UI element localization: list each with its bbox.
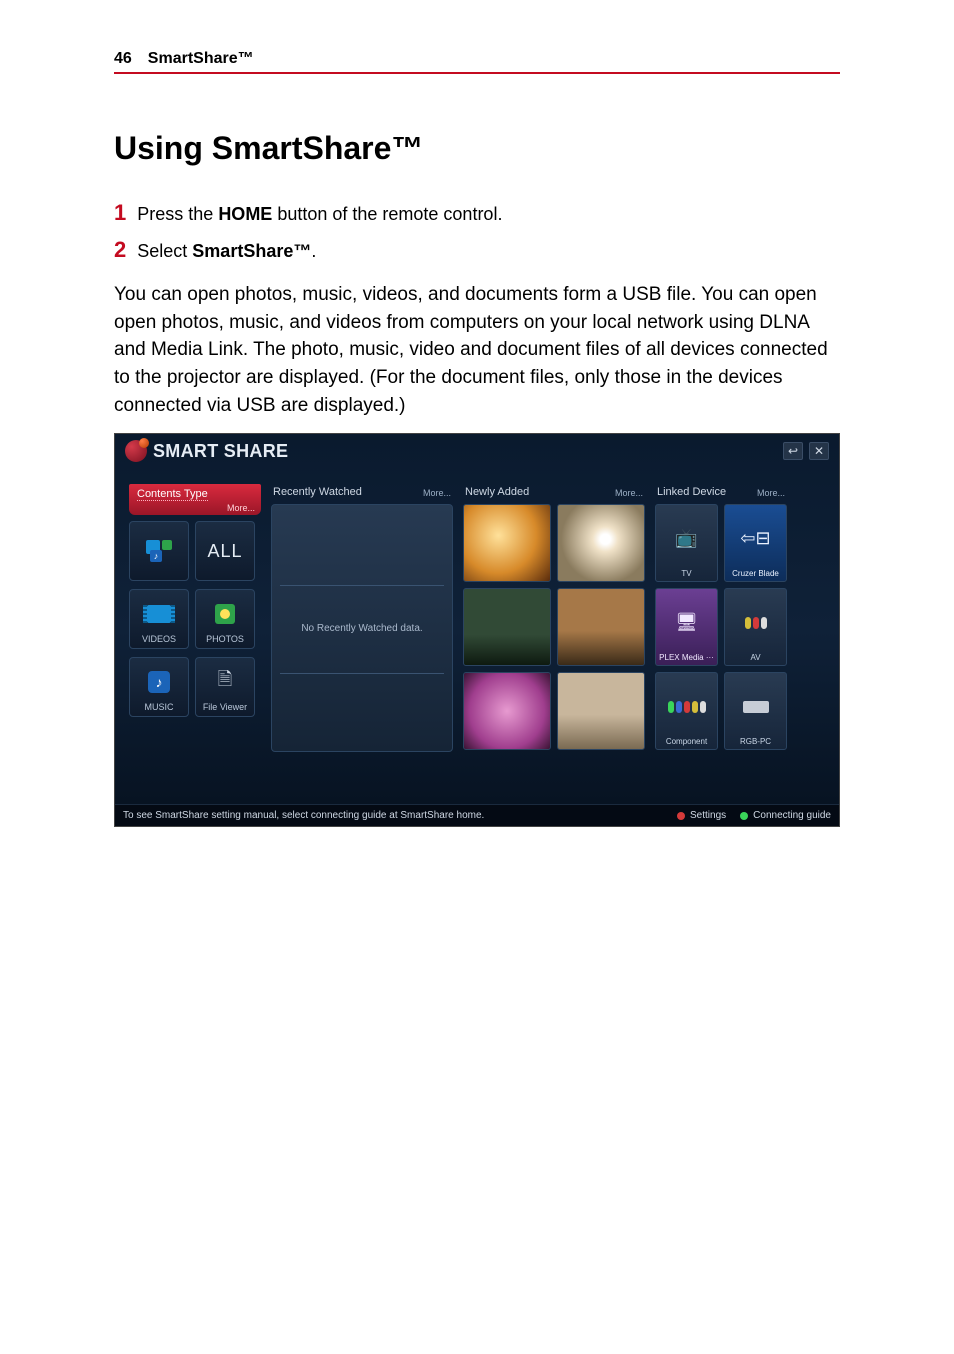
photo-icon [215,604,235,624]
settings-label: Settings [690,810,726,821]
shot-header: SMART SHARE ↩ ✕ [115,434,839,468]
tile-all-icon[interactable]: ♪ [129,521,189,581]
tile-videos-label: VIDEOS [142,634,176,644]
page-number: 46 [114,50,132,68]
close-button[interactable]: ✕ [809,442,829,460]
tile-all[interactable]: ALL [195,521,255,581]
tile-file-viewer-label: File Viewer [203,702,247,712]
newly-added-column: Newly Added More... [463,484,645,798]
device-av[interactable]: AV [724,588,787,666]
linked-device-label: Linked Device [657,486,726,498]
thumbnail[interactable] [557,588,645,666]
device-rgbpc[interactable]: RGB-PC [724,672,787,750]
contents-type-column: Contents Type More... ♪ ALL VIDEOS [129,484,261,798]
recently-watched-label: Recently Watched [273,486,362,498]
tile-videos[interactable]: VIDEOS [129,589,189,649]
page-title: Using SmartShare™ [114,130,840,167]
device-usb[interactable]: ⇦⊟ Cruzer Blade [724,504,787,582]
green-dot-icon [740,812,748,820]
contents-type-header[interactable]: Contents Type More... [129,484,261,515]
header-section-title: SmartShare™ [148,50,254,68]
device-tv-label: TV [681,569,691,578]
smartshare-screenshot: SMART SHARE ↩ ✕ Contents Type More... ♪ [114,433,840,827]
newly-added-grid [463,504,645,750]
device-plex[interactable]: 🖥 PLEX Media ··· [655,588,718,666]
shot-title-text: SMART SHARE [153,441,288,462]
step-1: 1 Press the HOME button of the remote co… [114,195,840,230]
linked-device-more[interactable]: More... [757,488,785,498]
tile-photos[interactable]: PHOTOS [195,589,255,649]
thumbnail[interactable] [557,672,645,750]
combo-icon: ♪ [146,540,172,562]
shot-window-controls: ↩ ✕ [783,442,829,460]
recently-watched-more[interactable]: More... [423,488,451,498]
linked-device-header: Linked Device More... [655,484,787,504]
body-paragraph: You can open photos, music, videos, and … [114,281,840,419]
newly-added-more[interactable]: More... [615,488,643,498]
device-av-label: AV [750,653,760,662]
smartshare-logo-icon [125,440,147,462]
recently-watched-column: Recently Watched More... No Recently Wat… [271,484,453,798]
recently-watched-panel: No Recently Watched data. [271,504,453,752]
file-icon: 🗎 [218,662,232,702]
step-1-text-before: Press the [137,204,218,224]
thumbnail[interactable] [463,504,551,582]
footer-hint: To see SmartShare setting manual, select… [123,810,484,821]
rca-icon [745,592,767,653]
newly-added-label: Newly Added [465,486,529,498]
device-usb-label: Cruzer Blade [732,569,779,578]
step-2-bold: SmartShare™ [192,241,311,261]
shot-footer: To see SmartShare setting manual, select… [115,804,839,826]
connecting-guide-label: Connecting guide [753,810,831,821]
step-2: 2 Select SmartShare™. [114,232,840,267]
component-icon [668,676,706,737]
tile-music[interactable]: ♪ MUSIC [129,657,189,717]
step-1-text-after: button of the remote control. [272,204,502,224]
header-rule [114,72,840,74]
tile-music-label: MUSIC [145,702,174,712]
tile-file-viewer[interactable]: 🗎 File Viewer [195,657,255,717]
tv-icon: 📺 [675,508,697,569]
thumbnail[interactable] [463,588,551,666]
running-header: 46 SmartShare™ [114,50,840,68]
newly-added-header: Newly Added More... [463,484,645,504]
linked-device-column: Linked Device More... 📺 TV ⇦⊟ Cruzer Bla… [655,484,787,798]
contents-type-label: Contents Type [137,488,208,501]
device-tv[interactable]: 📺 TV [655,504,718,582]
step-2-text-after: . [311,241,316,261]
step-1-number: 1 [114,200,126,225]
step-1-bold: HOME [218,204,272,224]
music-icon: ♪ [148,671,170,693]
back-button[interactable]: ↩ [783,442,803,460]
connecting-guide-button[interactable]: Connecting guide [740,810,831,821]
device-rgbpc-label: RGB-PC [740,737,771,746]
film-icon [147,605,171,623]
tile-all-label: ALL [207,541,242,562]
shot-body: Contents Type More... ♪ ALL VIDEOS [115,484,839,798]
tile-photos-label: PHOTOS [206,634,244,644]
shot-title: SMART SHARE [125,440,288,462]
recently-watched-empty-text: No Recently Watched data. [301,623,422,634]
linked-device-grid: 📺 TV ⇦⊟ Cruzer Blade 🖥 PLEX Media ··· AV [655,504,787,750]
step-2-text-before: Select [137,241,192,261]
red-dot-icon [677,812,685,820]
steps-list: 1 Press the HOME button of the remote co… [114,195,840,267]
settings-button[interactable]: Settings [677,810,726,821]
recently-watched-header: Recently Watched More... [271,484,453,504]
thumbnail[interactable] [557,504,645,582]
thumbnail[interactable] [463,672,551,750]
vga-icon [743,676,769,737]
usb-icon: ⇦⊟ [740,508,770,569]
monitor-icon: 🖥 [675,592,698,653]
contents-type-more[interactable]: More... [227,503,255,513]
device-plex-label: PLEX Media ··· [659,653,714,662]
device-component-label: Component [666,737,707,746]
step-2-number: 2 [114,237,126,262]
device-component[interactable]: Component [655,672,718,750]
